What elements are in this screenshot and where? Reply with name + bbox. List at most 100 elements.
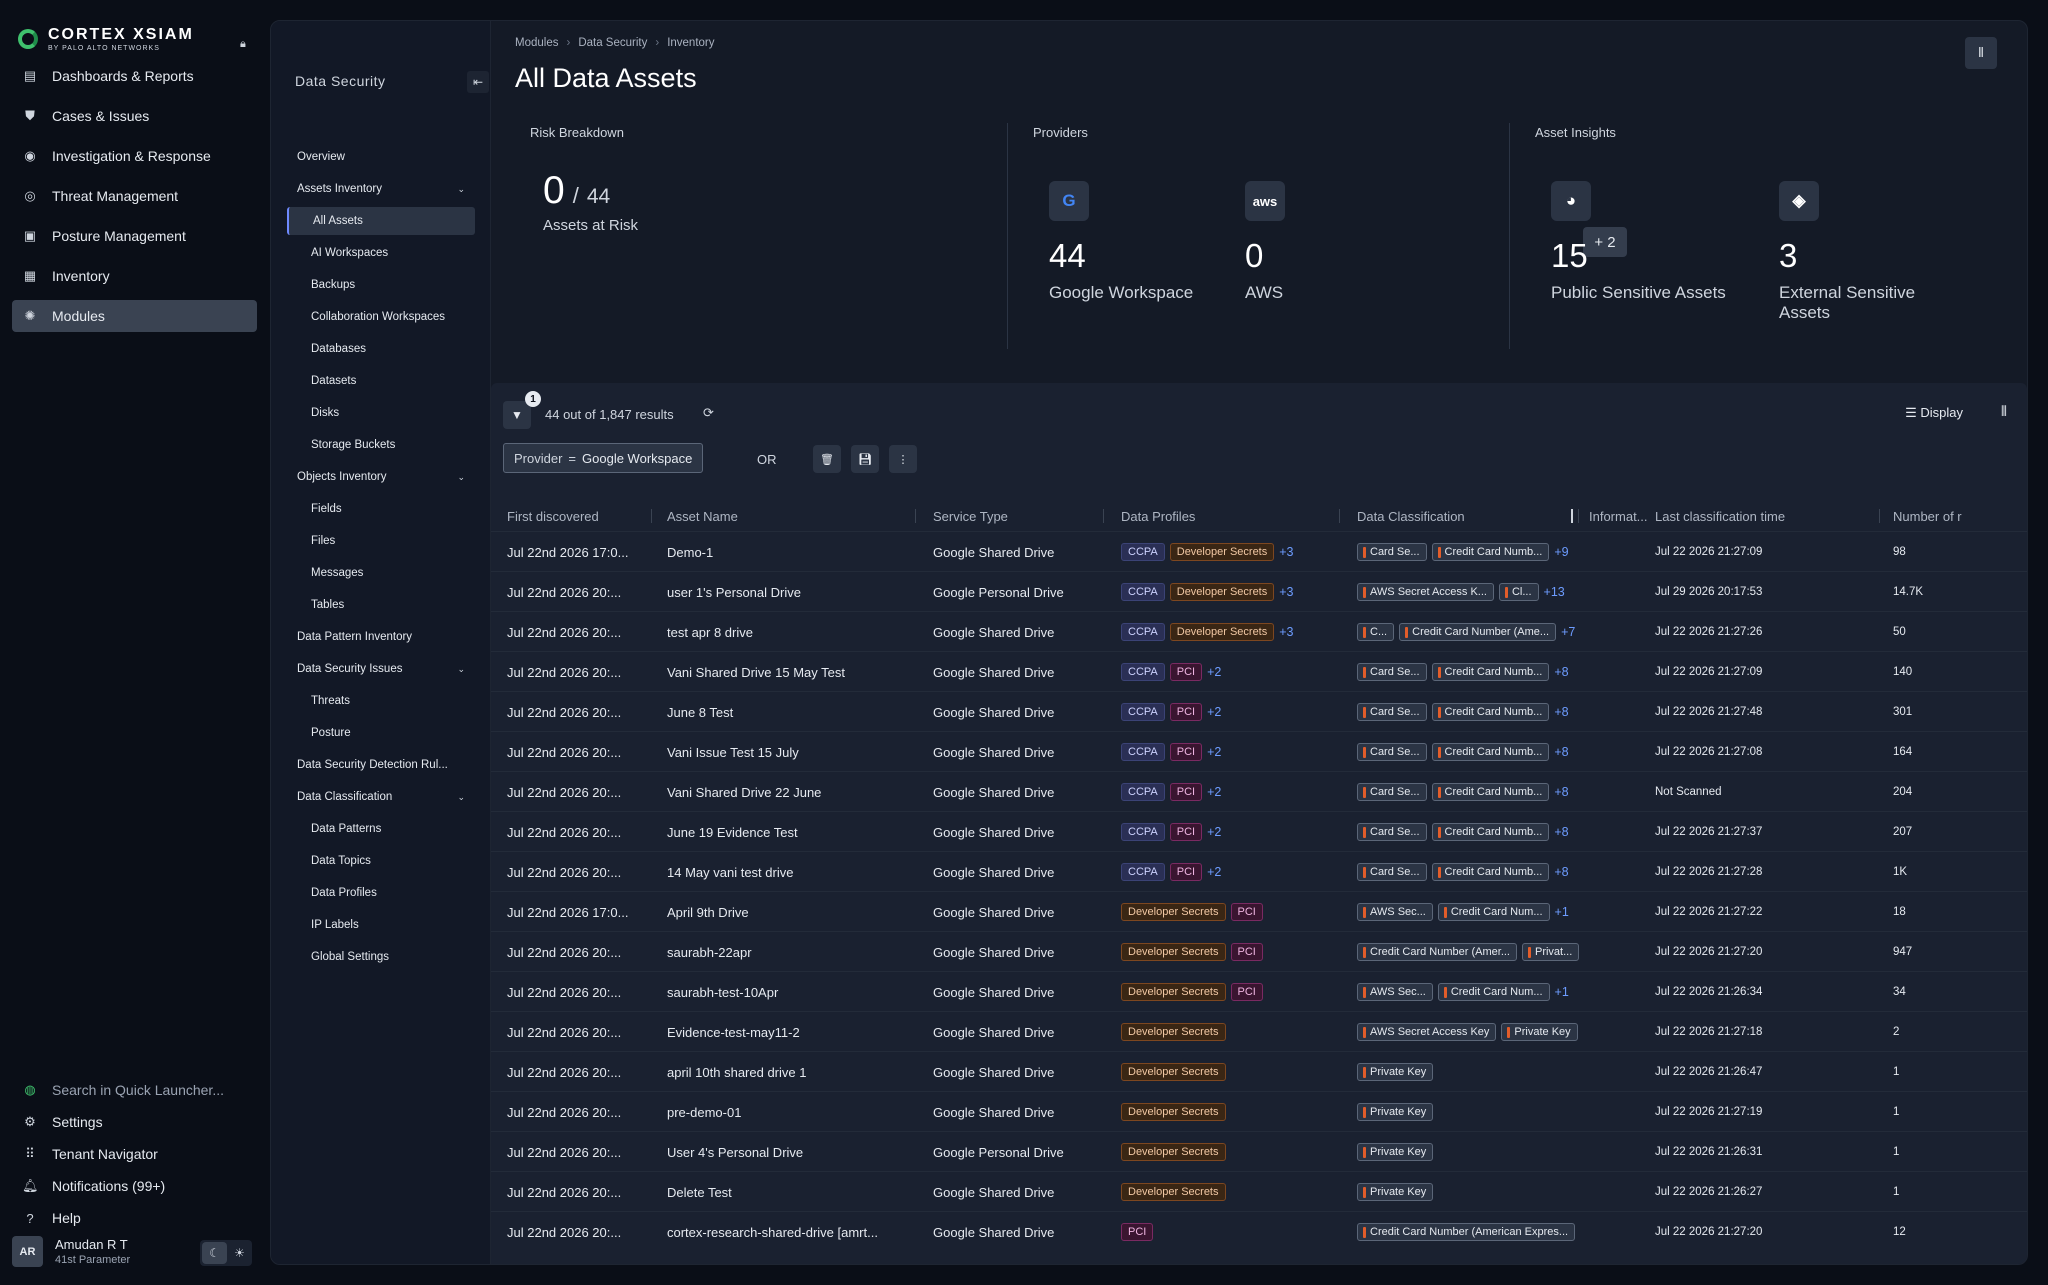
nav-item-modules[interactable]: ✺ Modules xyxy=(12,300,257,332)
sidebar-item-data-security-detection-rul[interactable]: Data Security Detection Rul... xyxy=(297,751,465,779)
filter-chip[interactable]: Provider = Google Workspace xyxy=(503,443,704,473)
classification-tag[interactable]: Credit Card Num... xyxy=(1437,983,1550,1001)
classification-tag[interactable]: Card Se... xyxy=(1357,743,1427,761)
column-resize-handle[interactable] xyxy=(1339,509,1340,523)
table-row[interactable]: Jul 22nd 2026 17:0... April 9th Drive Goog… xyxy=(491,891,2027,931)
asset-name-cell[interactable]: april 10th shared drive 1 xyxy=(667,1052,917,1092)
column-resize-handle[interactable] xyxy=(651,509,652,523)
nav-bottom-notifications-99[interactable]: 🔔︎ Notifications (99+) xyxy=(12,1172,257,1200)
column-resize-handle[interactable] xyxy=(915,509,916,523)
asset-name-cell[interactable]: June 8 Test xyxy=(667,692,917,732)
chevron-down-icon[interactable]: ⌄ xyxy=(457,184,465,195)
data-profile-tag[interactable]: CCPA xyxy=(1121,543,1165,561)
classification-tag[interactable]: AWS Sec... xyxy=(1357,903,1433,921)
data-profile-tag[interactable]: PCI xyxy=(1169,743,1203,761)
column-header-data-profiles[interactable]: Data Profiles xyxy=(1121,501,1341,531)
save-filter-icon[interactable]: 💾︎ xyxy=(851,445,879,473)
sidebar-item-global-settings[interactable]: Global Settings xyxy=(311,943,389,971)
column-header-first-discovered[interactable]: First discovered xyxy=(507,501,657,531)
breadcrumb-data-security[interactable]: Data Security xyxy=(578,37,647,49)
asset-name-cell[interactable]: April 9th Drive xyxy=(667,892,917,932)
column-header-informat[interactable]: Informat... xyxy=(1589,501,1649,531)
sidebar-item-storage-buckets[interactable]: Storage Buckets xyxy=(311,431,395,459)
asset-name-cell[interactable]: Evidence-test-may11-2 xyxy=(667,1012,917,1052)
more-classifications-link[interactable]: +8 xyxy=(1554,665,1568,679)
more-profiles-link[interactable]: +2 xyxy=(1207,825,1221,839)
classification-tag[interactable]: Credit Card Numb... xyxy=(1431,663,1550,681)
sidebar-item-data-topics[interactable]: Data Topics xyxy=(311,847,371,875)
table-row[interactable]: Jul 22nd 2026 20:... 14 May vani test dri… xyxy=(491,851,2027,891)
more-options-icon[interactable]: ⋮ xyxy=(889,445,917,473)
classification-tag[interactable]: Credit Card Numb... xyxy=(1431,743,1550,761)
classification-tag[interactable]: Card Se... xyxy=(1357,543,1427,561)
more-classifications-link[interactable]: +9 xyxy=(1554,545,1568,559)
sidebar-item-messages[interactable]: Messages xyxy=(311,559,363,587)
data-profile-tag[interactable]: Developer Secrets xyxy=(1121,1023,1226,1041)
chevron-down-icon[interactable]: ⌄ xyxy=(457,664,465,675)
nav-bottom-settings[interactable]: ⚙ Settings xyxy=(12,1108,257,1136)
sidebar-item-posture[interactable]: Posture xyxy=(311,719,351,747)
asset-name-cell[interactable]: User 4's Personal Drive xyxy=(667,1132,917,1172)
asset-name-cell[interactable]: 14 May vani test drive xyxy=(667,852,917,892)
asset-name-cell[interactable]: user 1's Personal Drive xyxy=(667,572,917,612)
sidebar-item-tables[interactable]: Tables xyxy=(311,591,344,619)
nav-bottom-search-in-quick-launcher[interactable]: ◍ Search in Quick Launcher... xyxy=(12,1076,257,1104)
table-row[interactable]: Jul 22nd 2026 20:... June 19 Evidence Tes… xyxy=(491,811,2027,851)
data-profile-tag[interactable]: PCI xyxy=(1169,863,1203,881)
asset-name-cell[interactable]: Vani Shared Drive 22 June xyxy=(667,772,917,812)
nav-item-cases-issues[interactable]: ⛊ Cases & Issues xyxy=(12,100,257,132)
table-row[interactable]: Jul 22nd 2026 20:... Vani Issue Test 15 J… xyxy=(491,731,2027,771)
or-button[interactable]: OR xyxy=(757,452,777,467)
nav-item-investigation-response[interactable]: ◉ Investigation & Response xyxy=(12,140,257,172)
column-resize-handle[interactable] xyxy=(1879,509,1880,523)
asset-name-cell[interactable]: saurabh-test-10Apr xyxy=(667,972,917,1012)
lock-icon[interactable]: 🔒︎ xyxy=(240,38,246,51)
sidebar-item-disks[interactable]: Disks xyxy=(311,399,339,427)
classification-tag[interactable]: Private Key xyxy=(1357,1183,1434,1201)
more-profiles-link[interactable]: +2 xyxy=(1207,785,1221,799)
data-profile-tag[interactable]: PCI xyxy=(1121,1223,1154,1241)
data-profile-tag[interactable]: PCI xyxy=(1230,903,1263,921)
table-row[interactable]: Jul 22nd 2026 20:... June 8 Test Google Sh… xyxy=(491,691,2027,731)
sidebar-item-ai-workspaces[interactable]: AI Workspaces xyxy=(311,239,388,267)
classification-tag[interactable]: Private Key xyxy=(1357,1103,1434,1121)
classification-tag[interactable]: Card Se... xyxy=(1357,703,1427,721)
table-row[interactable]: Jul 22nd 2026 20:... saurabh-22apr Google … xyxy=(491,931,2027,971)
data-profile-tag[interactable]: CCPA xyxy=(1121,823,1165,841)
globe-icon[interactable]: ◕ xyxy=(1551,181,1591,221)
more-classifications-link[interactable]: +8 xyxy=(1554,865,1568,879)
more-profiles-link[interactable]: +3 xyxy=(1279,625,1293,639)
diamond-icon[interactable]: ◈ xyxy=(1779,181,1819,221)
sidebar-item-data-pattern-inventory[interactable]: Data Pattern Inventory xyxy=(297,623,465,651)
filter-button[interactable]: ▼ xyxy=(503,401,531,429)
more-classifications-link[interactable]: +8 xyxy=(1554,705,1568,719)
breadcrumb-modules[interactable]: Modules xyxy=(515,37,558,49)
theme-toggle[interactable]: ☾ ☀ xyxy=(200,1240,252,1266)
classification-tag[interactable]: Credit Card Number (American Expres... xyxy=(1357,1223,1576,1241)
asset-name-cell[interactable]: June 19 Evidence Test xyxy=(667,812,917,852)
data-profile-tag[interactable]: Developer Secrets xyxy=(1169,583,1275,601)
data-profile-tag[interactable]: CCPA xyxy=(1121,663,1165,681)
columns-icon[interactable]: ⦀ xyxy=(2001,403,2007,420)
collapse-sidebar-button[interactable]: ⇤ xyxy=(467,71,489,93)
classification-tag[interactable]: Credit Card Numb... xyxy=(1431,823,1550,841)
data-profile-tag[interactable]: Developer Secrets xyxy=(1121,1103,1226,1121)
classification-tag[interactable]: Privat... xyxy=(1521,943,1580,961)
data-profile-tag[interactable]: CCPA xyxy=(1121,743,1165,761)
data-profile-tag[interactable]: CCPA xyxy=(1121,863,1165,881)
sidebar-item-data-patterns[interactable]: Data Patterns xyxy=(311,815,381,843)
chevron-down-icon[interactable]: ⌄ xyxy=(457,472,465,483)
asset-name-cell[interactable]: Demo-1 xyxy=(667,532,917,572)
sidebar-item-data-classification[interactable]: Data Classification ⌄ xyxy=(297,783,465,811)
asset-name-cell[interactable]: Vani Shared Drive 15 May Test xyxy=(667,652,917,692)
more-classifications-link[interactable]: +8 xyxy=(1554,825,1568,839)
sidebar-item-threats[interactable]: Threats xyxy=(311,687,350,715)
more-profiles-link[interactable]: +3 xyxy=(1279,545,1293,559)
classification-tag[interactable]: Private Key xyxy=(1501,1023,1578,1041)
aws-icon[interactable]: aws xyxy=(1245,181,1285,221)
sidebar-item-files[interactable]: Files xyxy=(311,527,335,555)
more-profiles-link[interactable]: +2 xyxy=(1207,665,1221,679)
sidebar-item-objects-inventory[interactable]: Objects Inventory ⌄ xyxy=(297,463,465,491)
more-profiles-link[interactable]: +2 xyxy=(1207,865,1221,879)
more-classifications-link[interactable]: +1 xyxy=(1555,905,1569,919)
